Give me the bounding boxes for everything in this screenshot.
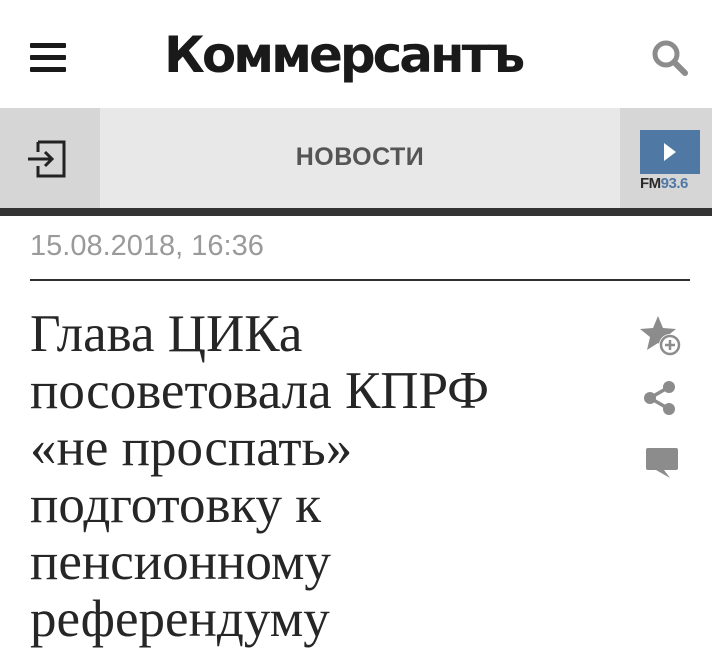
app-header: Коммерсантъ <box>0 0 712 108</box>
radio-play-area[interactable] <box>640 130 700 174</box>
headline-line: Глава ЦИКа <box>30 305 303 363</box>
section-nav: НОВОСТИ FM93.6 <box>0 108 712 208</box>
favorite-add-icon <box>640 316 681 356</box>
headline-line: пенсионному <box>30 533 331 591</box>
hamburger-menu-icon-bar <box>30 55 66 60</box>
play-icon <box>664 143 676 161</box>
hamburger-menu-icon-bar <box>30 67 66 72</box>
headline-line: «не проспать» <box>30 419 353 477</box>
login-icon <box>28 140 66 178</box>
favorite-button[interactable] <box>638 314 684 358</box>
site-logo[interactable]: Коммерсантъ <box>164 22 564 88</box>
share-icon <box>644 381 675 415</box>
menu-button[interactable] <box>26 40 70 76</box>
article-timestamp: 15.08.2018, 16:36 <box>30 230 264 262</box>
comment-icon <box>646 448 678 478</box>
headline-line: подготовку к <box>30 476 322 534</box>
section-title[interactable]: НОВОСТИ <box>100 108 620 208</box>
login-button[interactable] <box>0 108 100 208</box>
headline-line: посоветовала КПРФ <box>30 362 490 420</box>
article-headline: Глава ЦИКа посоветовала КПРФ «не проспат… <box>30 306 610 648</box>
share-button[interactable] <box>642 380 678 416</box>
comment-button[interactable] <box>644 446 680 480</box>
radio-station-label: FM93.6 <box>640 174 712 194</box>
search-button[interactable] <box>650 38 690 78</box>
headline-line: референдуму <box>30 590 330 648</box>
hamburger-menu-icon <box>30 43 66 48</box>
radio-brand: FM <box>640 175 661 192</box>
search-icon <box>652 40 688 76</box>
nav-divider <box>0 208 712 216</box>
article-divider <box>30 279 690 281</box>
radio-player-button[interactable]: FM93.6 <box>620 108 712 208</box>
radio-frequency: 93.6 <box>660 175 689 192</box>
